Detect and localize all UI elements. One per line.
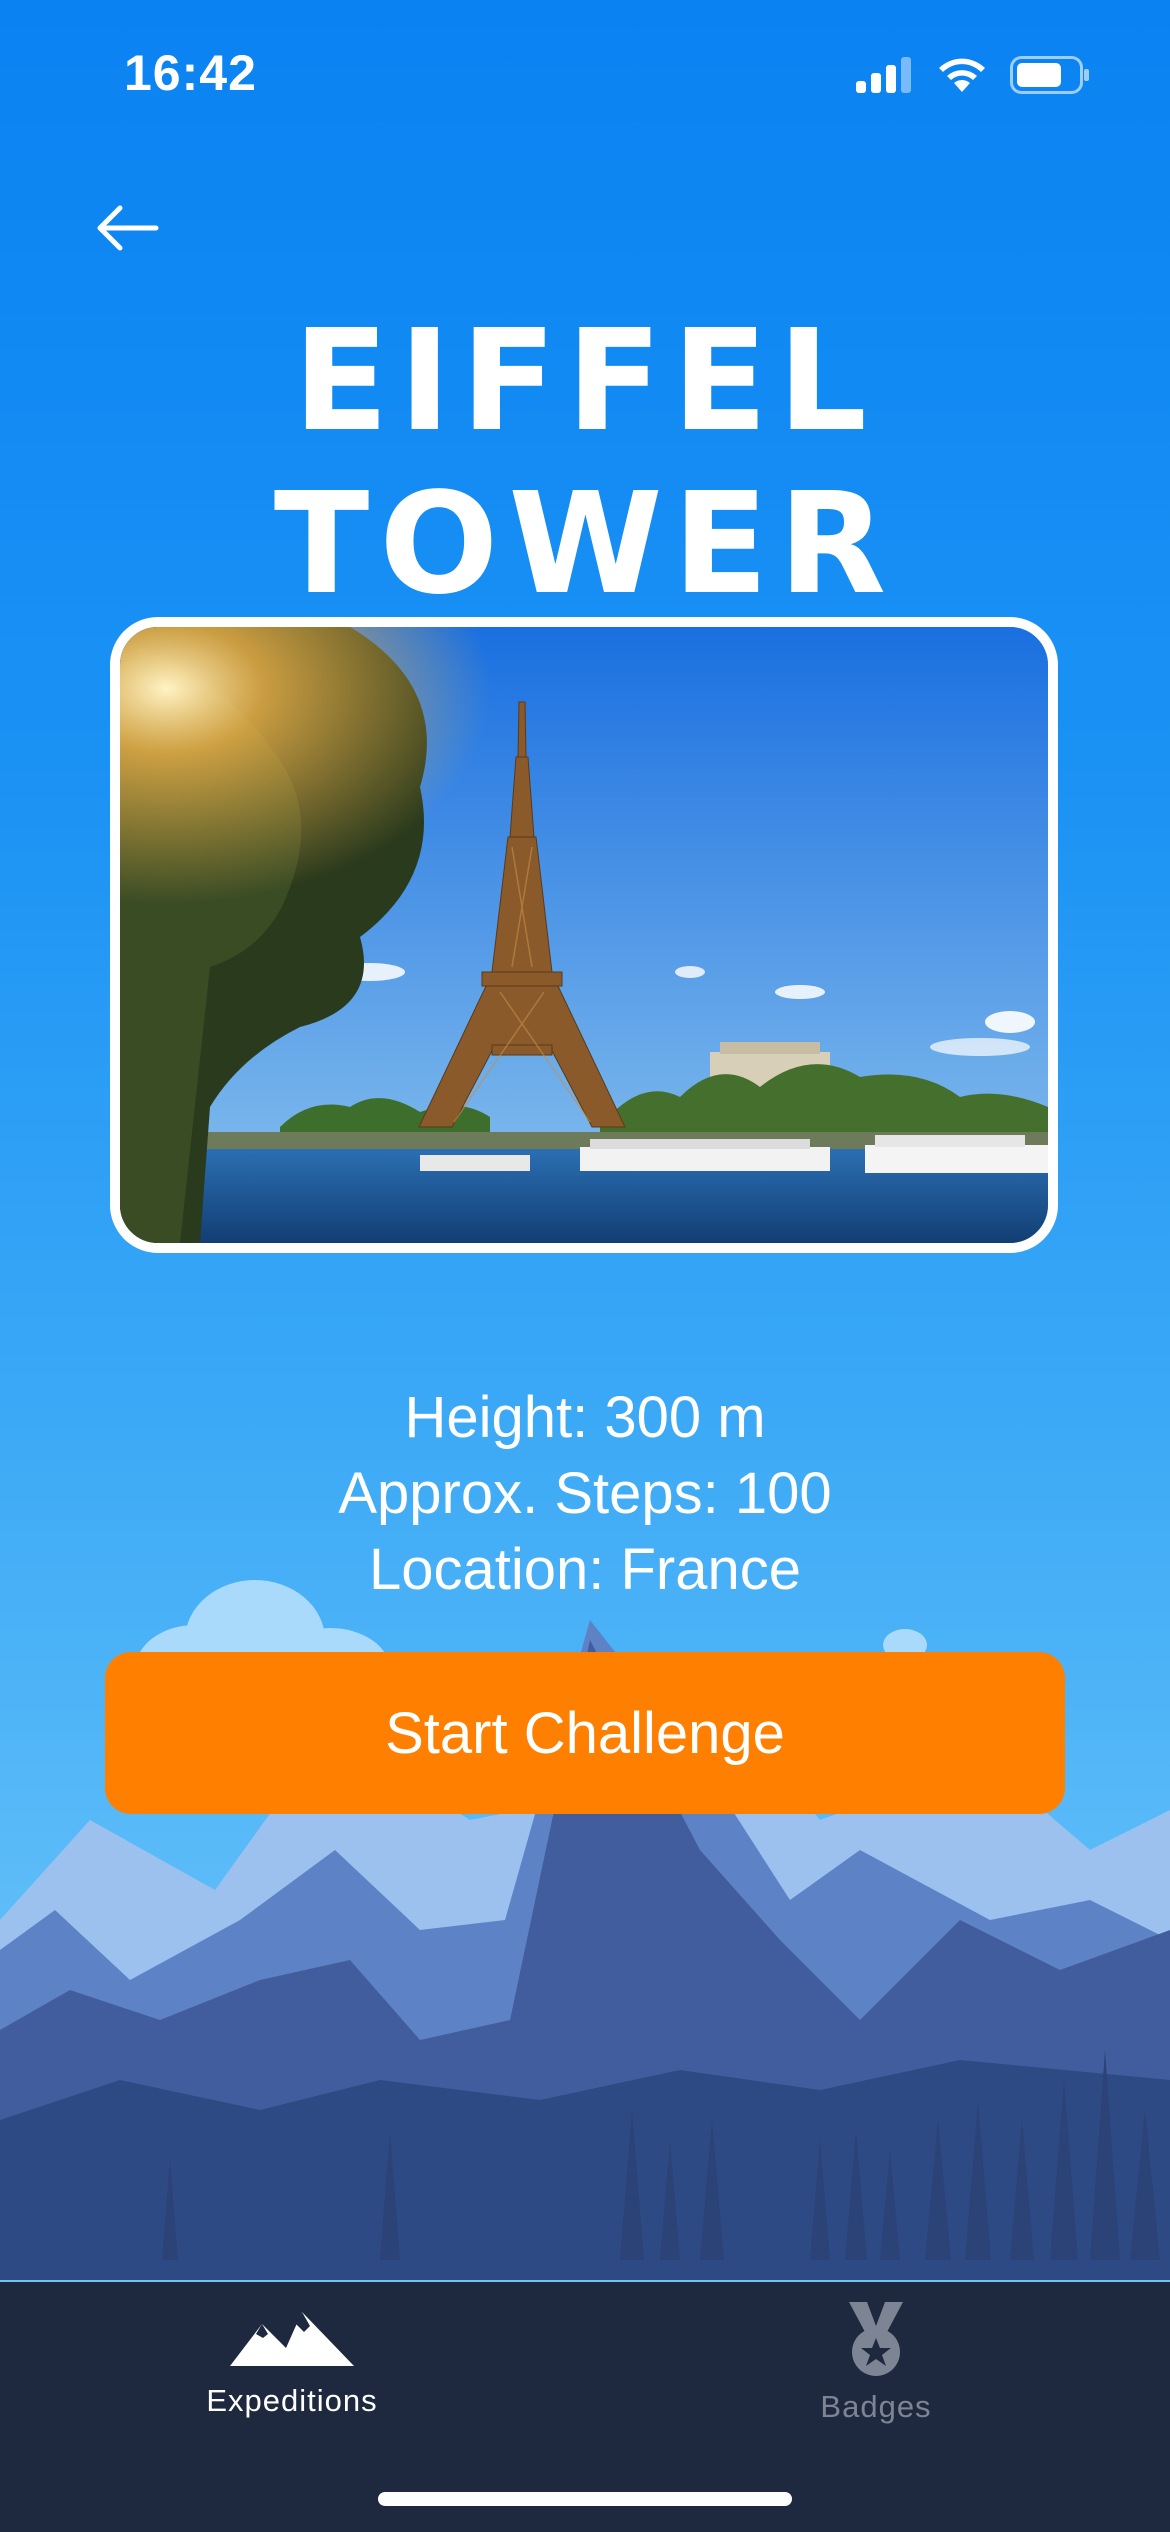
landmark-facts: Height: 300 m Approx. Steps: 100 Locatio… [0,1380,1170,1608]
eiffel-tower-illustration [120,627,1048,1243]
start-challenge-button[interactable]: Start Challenge [105,1652,1065,1814]
wifi-icon [936,56,988,99]
location-fact: Location: France [368,1537,802,1602]
status-time: 16:42 [124,45,257,101]
home-indicator [378,2492,792,2506]
tab-badges-label: Badges [820,2389,932,2424]
battery-icon [1010,56,1090,99]
landmark-photo [110,617,1058,1253]
cellular-signal-icon [856,57,914,98]
mountains-icon [230,2312,354,2376]
mountain-landscape-illustration [0,1580,1170,2280]
status-icons [856,56,1090,99]
tab-badges[interactable]: Badges [726,2302,1026,2425]
steps-fact: Approx. Steps: 100 [338,1461,832,1526]
tab-expeditions[interactable]: Expeditions [142,2302,442,2419]
medal-icon [841,2302,911,2382]
back-button[interactable] [82,185,172,275]
tab-expeditions-label: Expeditions [206,2383,378,2418]
arrow-left-icon [94,204,160,257]
page-title: EIFFEL TOWER [273,300,897,626]
status-bar: 16:42 [0,0,1170,150]
height-fact: Height: 300 m [404,1385,766,1450]
